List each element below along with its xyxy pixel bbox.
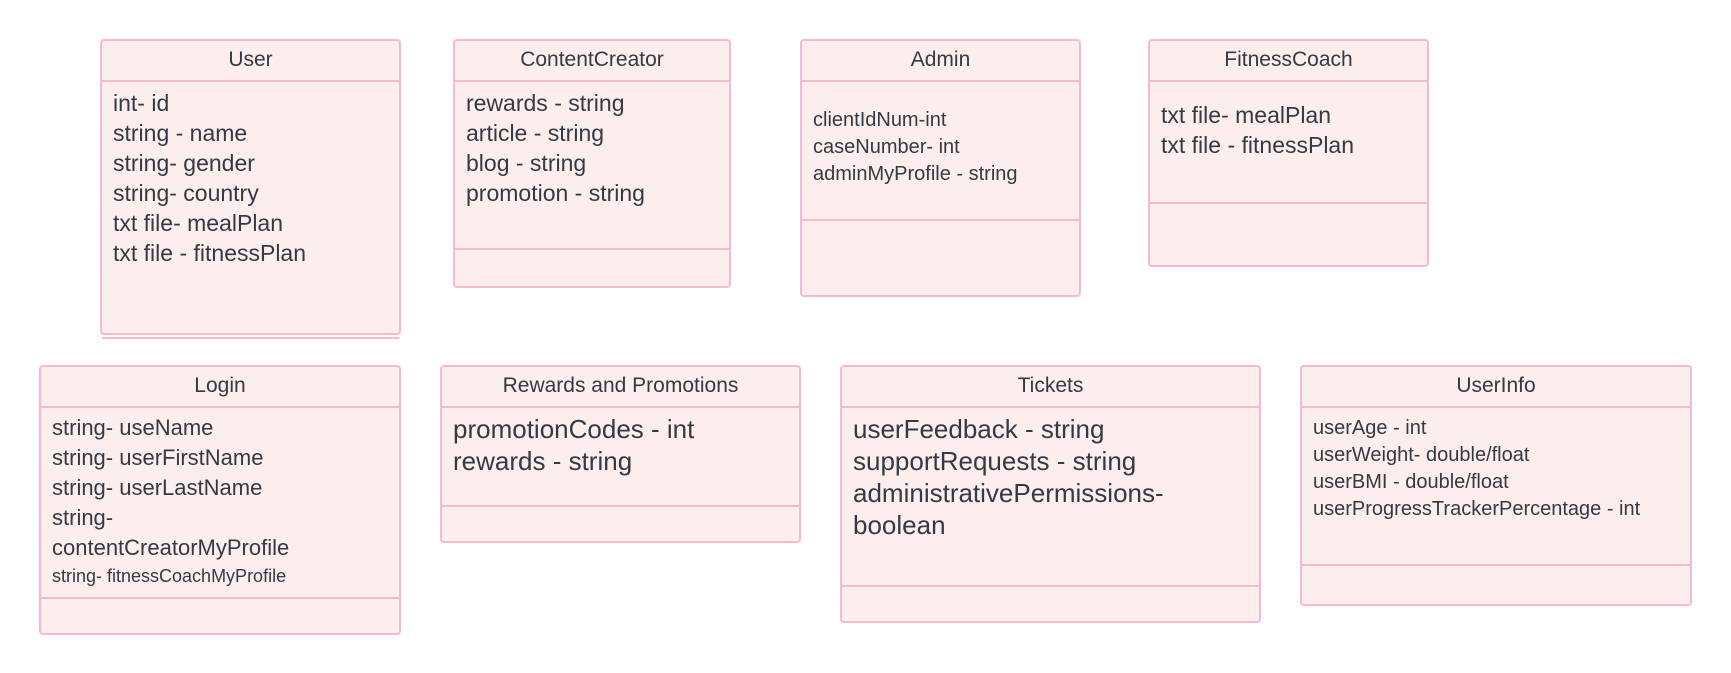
attributes-section: rewards - string article - string blog -… — [455, 82, 729, 250]
class-user-info: UserInfo userAge - int userWeight- doubl… — [1300, 365, 1692, 606]
attribute: string- fitnessCoachMyProfile — [52, 566, 287, 586]
attribute: clientIdNum-int — [813, 109, 947, 131]
class-name: Login — [41, 367, 399, 408]
attribute: txt file- mealPlan — [1161, 102, 1332, 128]
class-name: Rewards and Promotions — [442, 367, 799, 408]
attribute: txt file - fitnessPlan — [1161, 132, 1355, 158]
attribute: string- useName — [52, 415, 214, 440]
attribute: rewards - string — [453, 446, 633, 476]
class-user: User int- id string - name string- gende… — [100, 39, 401, 339]
attribute: promotion - string — [466, 180, 645, 206]
attribute: string- userLastName — [52, 475, 263, 500]
class-login: Login string- useName string- userFirstN… — [39, 365, 401, 635]
methods-section — [1302, 564, 1690, 604]
attributes-section: userAge - int userWeight- double/float u… — [1302, 408, 1690, 566]
attribute: boolean — [853, 510, 946, 540]
attribute: contentCreatorMyProfile — [52, 535, 290, 560]
class-name: UserInfo — [1302, 367, 1690, 408]
class-content-creator: ContentCreator rewards - string article … — [453, 39, 731, 288]
attribute: string - name — [113, 120, 248, 146]
attribute: int- id — [113, 90, 170, 116]
methods-section — [102, 297, 399, 333]
class-tickets: Tickets userFeedback - string supportReq… — [840, 365, 1261, 623]
attribute: txt file- mealPlan — [113, 210, 284, 236]
methods-section — [842, 584, 1259, 621]
attribute: promotionCodes - int — [453, 414, 695, 444]
attribute: userFeedback - string — [853, 414, 1105, 444]
attribute: string- gender — [113, 150, 255, 176]
class-name: FitnessCoach — [1150, 41, 1427, 82]
attribute: adminMyProfile - string — [813, 163, 1018, 185]
attribute: userBMI - double/float — [1313, 471, 1509, 493]
class-name: User — [102, 41, 399, 82]
methods-section — [455, 248, 729, 286]
attributes-section: txt file- mealPlan txt file - fitnessPla… — [1150, 82, 1427, 204]
class-name: ContentCreator — [455, 41, 729, 82]
attribute: supportRequests - string — [853, 446, 1137, 476]
methods-section — [1150, 202, 1427, 265]
attribute: string- — [52, 505, 114, 530]
attribute: userAge - int — [1313, 417, 1427, 439]
attributes-section: clientIdNum-int caseNumber- int adminMyP… — [802, 82, 1079, 221]
methods-section — [41, 597, 399, 633]
attribute: txt file - fitnessPlan — [113, 240, 307, 266]
attribute: userWeight- double/float — [1313, 444, 1530, 466]
attributes-section: promotionCodes - int rewards - string — [442, 408, 799, 507]
attribute: userProgressTrackerPercentage - int — [1313, 498, 1641, 520]
attribute: administrativePermissions- — [853, 478, 1164, 508]
class-name: Admin — [802, 41, 1079, 82]
methods-section — [442, 505, 799, 541]
class-name: Tickets — [842, 367, 1259, 408]
attribute: string- userFirstName — [52, 445, 264, 470]
class-rewards-and-promotions: Rewards and Promotions promotionCodes - … — [440, 365, 801, 543]
attribute: blog - string — [466, 150, 587, 176]
class-fitness-coach: FitnessCoach txt file- mealPlan txt file… — [1148, 39, 1429, 267]
attribute: rewards - string — [466, 90, 625, 116]
methods-section — [802, 219, 1079, 295]
class-admin: Admin clientIdNum-int caseNumber- int ad… — [800, 39, 1081, 297]
attributes-section: string- useName string- userFirstName st… — [41, 408, 399, 599]
attributes-section: userFeedback - string supportRequests - … — [842, 408, 1259, 587]
attribute: string- country — [113, 180, 259, 206]
attribute: caseNumber- int — [813, 136, 960, 158]
attribute: article - string — [466, 120, 605, 146]
